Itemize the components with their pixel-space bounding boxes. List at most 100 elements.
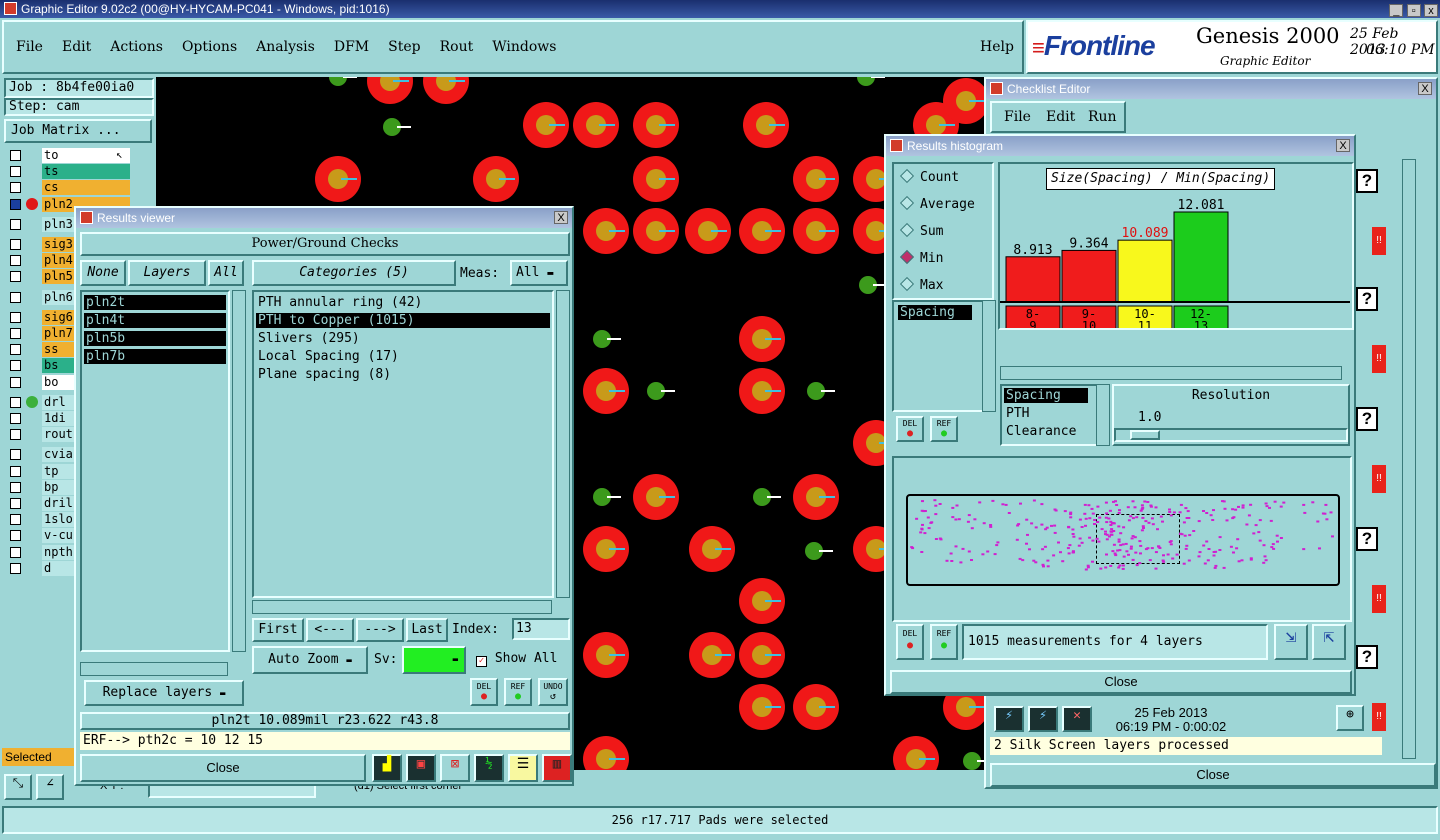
category-hscroll[interactable] bbox=[252, 600, 552, 614]
mode-radio-sum[interactable]: Sum bbox=[899, 222, 943, 239]
export-icon[interactable]: ⇲ bbox=[1274, 624, 1308, 660]
help-icon[interactable]: ? bbox=[1356, 287, 1378, 311]
menu-options[interactable]: Options bbox=[182, 39, 237, 55]
job-matrix-button[interactable]: Job Matrix ... bbox=[4, 119, 152, 143]
resolution-slider-thumb[interactable] bbox=[1130, 430, 1160, 440]
menu-analysis[interactable]: Analysis bbox=[256, 39, 315, 55]
menu-rout[interactable]: Rout bbox=[440, 39, 474, 55]
viewer-ref-button[interactable]: REF ● bbox=[504, 678, 532, 706]
all-button[interactable]: All bbox=[208, 260, 244, 286]
result-layer-item[interactable]: pln5b bbox=[84, 331, 226, 346]
notes-icon[interactable]: ☰ bbox=[508, 754, 538, 782]
layer-checkbox[interactable] bbox=[10, 182, 21, 194]
category-scrollbar[interactable] bbox=[556, 290, 570, 598]
layer-list-hscroll[interactable] bbox=[80, 662, 228, 676]
help-icon[interactable]: ? bbox=[1356, 169, 1378, 193]
layer-checkbox[interactable] bbox=[10, 218, 21, 230]
mode-radio-count[interactable]: Count bbox=[899, 168, 959, 185]
category-item[interactable]: Local Spacing (17) bbox=[256, 349, 550, 364]
layer-checkbox[interactable] bbox=[10, 465, 21, 477]
categories-button[interactable]: Categories (5) bbox=[252, 260, 456, 286]
minimize-icon[interactable]: _ bbox=[1389, 4, 1404, 17]
histogram-ref-button[interactable]: REF ● bbox=[930, 416, 958, 442]
category-item[interactable]: PTH to Copper (1015) bbox=[256, 313, 550, 328]
checklist-scrollbar[interactable] bbox=[1402, 159, 1416, 759]
layer-checkbox[interactable] bbox=[10, 360, 21, 372]
type-item-spacing[interactable]: Spacing bbox=[1004, 388, 1088, 403]
menu-dfm[interactable]: DFM bbox=[334, 39, 369, 55]
layer-checkbox[interactable] bbox=[10, 166, 21, 178]
next-button[interactable]: ---> bbox=[356, 618, 404, 642]
result-layer-item[interactable]: pln7b bbox=[84, 349, 226, 364]
help-icon[interactable]: ? bbox=[1356, 645, 1378, 669]
menu-windows[interactable]: Windows bbox=[492, 39, 556, 55]
checklist-menu-edit[interactable]: Edit bbox=[1046, 109, 1075, 125]
type-item-clearance[interactable]: Clearance bbox=[1006, 424, 1076, 439]
mode-radio-max[interactable]: Max bbox=[899, 276, 943, 293]
viewer-close-button[interactable]: Close bbox=[80, 754, 366, 782]
histogram-bar[interactable] bbox=[1005, 256, 1061, 303]
chart-scrollbar[interactable] bbox=[1000, 366, 1342, 380]
page-icon[interactable]: ½ bbox=[474, 754, 504, 782]
severity-select[interactable]: ▬ bbox=[402, 646, 466, 674]
mode-radio-average[interactable]: Average bbox=[899, 195, 975, 212]
layer-list-scrollbar[interactable] bbox=[232, 290, 246, 652]
layer-checkbox[interactable] bbox=[10, 413, 21, 424]
menu-file[interactable]: File bbox=[16, 39, 43, 55]
histogram-bar[interactable] bbox=[1061, 249, 1117, 303]
layer-checkbox[interactable] bbox=[10, 328, 21, 339]
layer-checkbox[interactable] bbox=[10, 481, 21, 493]
layer-checkbox[interactable] bbox=[10, 311, 21, 323]
histogram-close-icon[interactable]: X bbox=[1336, 139, 1350, 152]
help-icon[interactable]: ? bbox=[1356, 527, 1378, 551]
layer-name[interactable]: cs bbox=[42, 180, 130, 196]
warning-icon[interactable]: !! bbox=[1372, 345, 1386, 373]
category-item[interactable]: Plane spacing (8) bbox=[256, 367, 550, 382]
layer-checkbox[interactable] bbox=[10, 546, 21, 558]
map-del-button[interactable]: DEL ● bbox=[896, 624, 924, 660]
prev-button[interactable]: <--- bbox=[306, 618, 354, 642]
show-all-checkbox[interactable]: ✓ Show All bbox=[476, 651, 557, 667]
first-button[interactable]: First bbox=[252, 618, 304, 642]
histogram-del-button[interactable]: DEL ● bbox=[896, 416, 924, 442]
zoom-icon[interactable]: ⊕ bbox=[1336, 705, 1364, 731]
layer-checkbox[interactable] bbox=[10, 198, 21, 210]
resolution-slider[interactable] bbox=[1114, 428, 1348, 442]
layer-row[interactable]: to ↖ bbox=[8, 148, 154, 163]
layer-checkbox[interactable] bbox=[10, 271, 21, 283]
viewer-close-icon[interactable]: X bbox=[554, 211, 568, 224]
layers-button[interactable]: Layers bbox=[128, 260, 206, 286]
menu-actions[interactable]: Actions bbox=[110, 39, 163, 55]
layer-checkbox[interactable] bbox=[10, 562, 21, 574]
menu-edit[interactable]: Edit bbox=[62, 39, 91, 55]
layer-checkbox[interactable] bbox=[10, 255, 21, 267]
index-input[interactable]: 13 bbox=[512, 618, 570, 640]
warning-icon[interactable]: !! bbox=[1372, 465, 1386, 493]
menu-step[interactable]: Step bbox=[388, 39, 420, 55]
viewer-del-button[interactable]: DEL ● bbox=[470, 678, 498, 706]
layer-checkbox[interactable] bbox=[10, 449, 21, 461]
checklist-menu-run[interactable]: Run bbox=[1088, 109, 1117, 125]
report-icon[interactable]: ▣ bbox=[406, 754, 436, 782]
meas-select[interactable]: All ▬ bbox=[510, 260, 568, 286]
measure-scrollbar[interactable] bbox=[982, 300, 996, 412]
layer-checkbox[interactable] bbox=[10, 376, 21, 388]
layer-checkbox[interactable] bbox=[10, 150, 21, 161]
measure-item[interactable]: Spacing bbox=[898, 305, 972, 320]
map-ref-button[interactable]: REF ● bbox=[930, 624, 958, 660]
mode-radio-min[interactable]: Min bbox=[899, 249, 943, 266]
select-tool-button[interactable]: ⤡ bbox=[4, 774, 32, 800]
histogram-icon[interactable]: ▥ bbox=[542, 754, 572, 782]
replace-layers-button[interactable]: Replace layers ▬ bbox=[84, 680, 244, 706]
layer-checkbox[interactable] bbox=[10, 498, 21, 509]
warning-icon[interactable]: !! bbox=[1372, 227, 1386, 255]
import-icon[interactable]: ⇱ bbox=[1312, 624, 1346, 660]
layer-name[interactable]: ts bbox=[42, 164, 130, 180]
layer-checkbox[interactable] bbox=[10, 514, 21, 526]
layer-row[interactable]: ts bbox=[8, 164, 154, 180]
checklist-close-icon[interactable]: X bbox=[1418, 82, 1432, 95]
layer-checkbox[interactable] bbox=[10, 530, 21, 542]
warning-icon[interactable]: !! bbox=[1372, 585, 1386, 613]
none-button[interactable]: None bbox=[80, 260, 126, 286]
help-menu[interactable]: Help bbox=[980, 39, 1014, 55]
